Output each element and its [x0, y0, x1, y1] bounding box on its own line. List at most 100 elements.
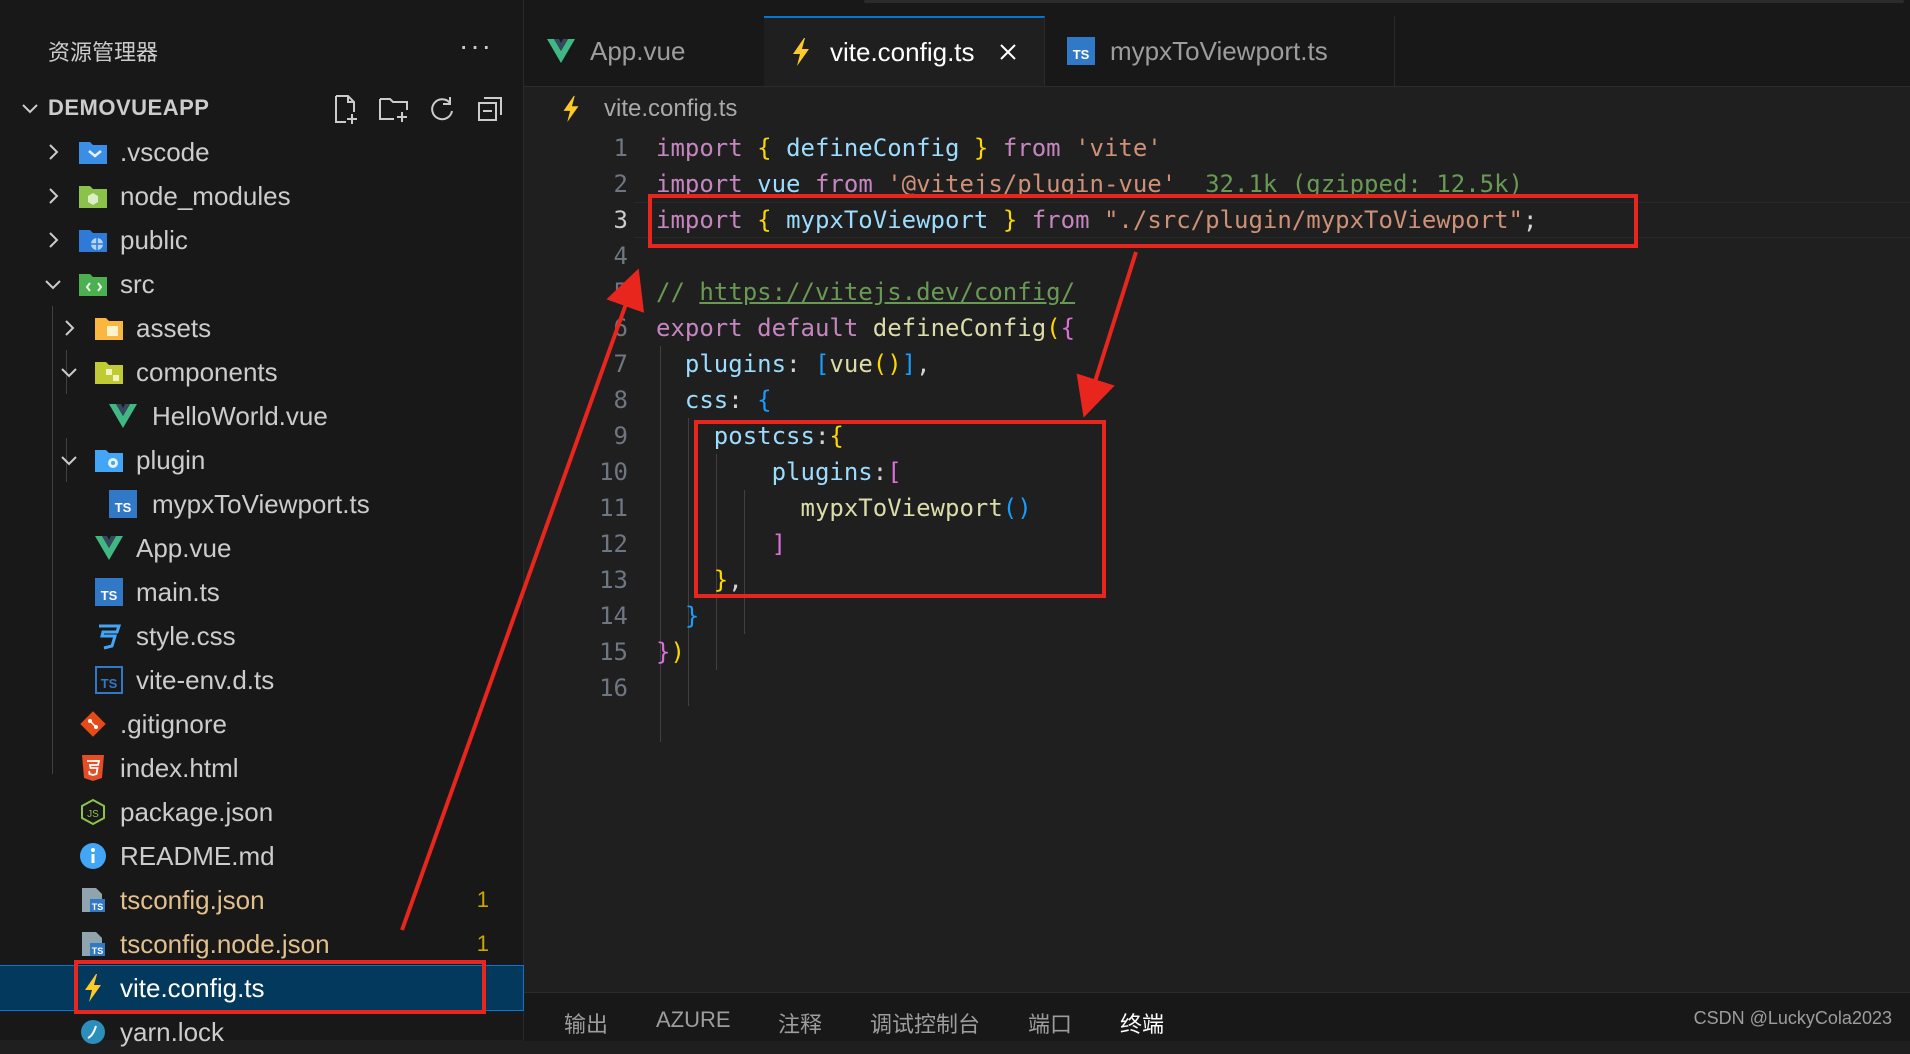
tree-item-label: index.html — [120, 752, 239, 783]
code-line[interactable]: 5 // https://vitejs.dev/config/ — [524, 274, 1910, 310]
editor-tabs: App.vue vite.config.ts TS mypxToViewport… — [524, 16, 1910, 87]
command-center[interactable] — [864, 0, 1904, 3]
panel-tab-output[interactable]: 输出 — [564, 1007, 608, 1039]
tree-item-main-ts[interactable]: TS main.ts — [0, 570, 523, 614]
yarn-icon — [78, 1017, 108, 1047]
watermark: CSDN @LuckyCola2023 — [1693, 1008, 1892, 1028]
code-line[interactable]: 15 }) — [524, 634, 1910, 670]
tree-item-index-html[interactable]: index.html — [0, 746, 523, 790]
code-text: plugins: [vue()], — [684, 350, 931, 378]
code-line[interactable]: 1 import { defineConfig } from 'vite' — [524, 130, 1910, 166]
chevron-right-icon — [65, 320, 75, 336]
new-file-icon[interactable] — [329, 92, 363, 126]
typescript-icon: TS — [1066, 36, 1096, 66]
tree-item-label: plugin — [136, 444, 206, 475]
close-icon[interactable] — [995, 39, 1021, 65]
tree-item-style-css[interactable]: style.css — [0, 614, 523, 658]
tree-item-label: App.vue — [136, 532, 232, 563]
vscode-folder-icon — [78, 137, 108, 167]
line-number: 10 — [599, 458, 628, 486]
tree-item-components[interactable]: components — [0, 350, 523, 394]
tree-item-label: .vscode — [120, 136, 210, 167]
code-text: } — [684, 602, 700, 630]
panel-tab-debug-console[interactable]: 调试控制台 — [870, 1007, 980, 1039]
chevron-down-icon — [45, 280, 61, 290]
line-number: 7 — [613, 350, 628, 378]
more-actions-icon[interactable]: ··· — [459, 30, 493, 62]
tsconfig-icon: TS — [78, 929, 108, 959]
annotation-box-import-line — [648, 194, 1638, 248]
line-number: 1 — [613, 134, 628, 162]
html-icon — [78, 753, 108, 783]
tree-item-label: public — [120, 224, 188, 255]
vue-icon — [108, 401, 138, 431]
tree-item-label: tsconfig.json — [120, 884, 265, 915]
panel-tab-comments[interactable]: 注释 — [778, 1007, 822, 1039]
tree-item-yarn-lock[interactable]: yarn.lock — [0, 1010, 523, 1054]
tree-item-tsconfig-json[interactable]: TS tsconfig.json 1 — [0, 878, 523, 922]
tree-item-label: README.md — [120, 840, 275, 871]
git-icon — [78, 709, 108, 739]
code-line[interactable]: 16 — [524, 670, 1910, 706]
line-number: 13 — [599, 566, 628, 594]
breadcrumb-file[interactable]: vite.config.ts — [604, 95, 737, 123]
css-icon — [94, 621, 124, 651]
config-link[interactable]: https://vitejs.dev/config/ — [699, 278, 1075, 306]
tree-item-vite-env-d-ts[interactable]: TS vite-env.d.ts — [0, 658, 523, 702]
line-number: 11 — [599, 494, 628, 522]
tab-vite-config-ts[interactable]: vite.config.ts — [764, 16, 1045, 86]
collapse-all-icon[interactable] — [473, 92, 507, 126]
tree-item-label: HelloWorld.vue — [152, 400, 328, 431]
chevron-right-icon — [49, 144, 59, 160]
tsconfig-icon: TS — [78, 885, 108, 915]
src-folder-icon — [78, 269, 108, 299]
chevron-right-icon — [49, 232, 59, 248]
line-number: 6 — [613, 314, 628, 342]
chevron-right-icon — [49, 188, 59, 204]
tree-item-plugin[interactable]: plugin — [0, 438, 523, 482]
line-number: 3 — [613, 206, 628, 234]
svg-text:TS: TS — [1073, 47, 1090, 62]
tab-app-vue[interactable]: App.vue — [524, 16, 765, 86]
tree-item-app-vue[interactable]: App.vue — [0, 526, 523, 570]
svg-text:JS: JS — [87, 809, 99, 820]
explorer-sidebar: 资源管理器 ··· DEMOVUEAPP .vscode node_module… — [0, 0, 524, 1047]
breadcrumb[interactable]: vite.config.ts — [560, 92, 737, 126]
tree-item-label: assets — [136, 312, 212, 343]
code-line[interactable]: 8 css: { — [524, 382, 1910, 418]
vue-icon — [546, 36, 576, 66]
tree-item-public[interactable]: public — [0, 218, 523, 262]
svg-text:TS: TS — [115, 500, 132, 515]
tree-item-gitignore[interactable]: .gitignore — [0, 702, 523, 746]
tree-item-label: mypxToViewport.ts — [152, 488, 370, 519]
line-number: 15 — [599, 638, 628, 666]
chevron-down-icon[interactable] — [18, 96, 42, 120]
tab-mypxtoviewport-ts[interactable]: TS mypxToViewport.ts — [1044, 16, 1395, 86]
explorer-header: 资源管理器 ··· — [0, 16, 523, 86]
code-line[interactable]: 14 } — [524, 598, 1910, 634]
svg-text:TS: TS — [92, 946, 104, 956]
tree-item-package-json[interactable]: JS package.json — [0, 790, 523, 834]
code-text: css: { — [684, 386, 772, 414]
code-line[interactable]: 6 export default defineConfig({ — [524, 310, 1910, 346]
tree-item-vscode[interactable]: .vscode — [0, 130, 523, 174]
new-folder-icon[interactable] — [377, 92, 411, 126]
tree-item-mypxtoviewport-ts[interactable]: TS mypxToViewport.ts — [0, 482, 523, 526]
panel-tab-terminal[interactable]: 终端 — [1120, 1007, 1164, 1039]
tree-item-assets[interactable]: assets — [0, 306, 523, 350]
explorer-title: 资源管理器 — [48, 40, 159, 65]
refresh-icon[interactable] — [425, 92, 459, 126]
project-section-header[interactable]: DEMOVUEAPP — [0, 86, 523, 130]
nodejs-icon: JS — [78, 797, 108, 827]
tree-item-helloworld-vue[interactable]: HelloWorld.vue — [0, 394, 523, 438]
svg-text:TS: TS — [92, 902, 104, 912]
tree-item-node-modules[interactable]: node_modules — [0, 174, 523, 218]
tree-item-src[interactable]: src — [0, 262, 523, 306]
panel-tab-ports[interactable]: 端口 — [1028, 1007, 1072, 1039]
panel-tab-azure[interactable]: AZURE — [656, 1007, 731, 1033]
file-tree: .vscode node_modules public src assets c… — [0, 130, 524, 1054]
code-line[interactable]: 7 plugins: [vue()], — [524, 346, 1910, 382]
tree-item-readme-md[interactable]: README.md — [0, 834, 523, 878]
problem-count-badge: 1 — [476, 887, 489, 912]
line-number: 2 — [613, 170, 628, 198]
